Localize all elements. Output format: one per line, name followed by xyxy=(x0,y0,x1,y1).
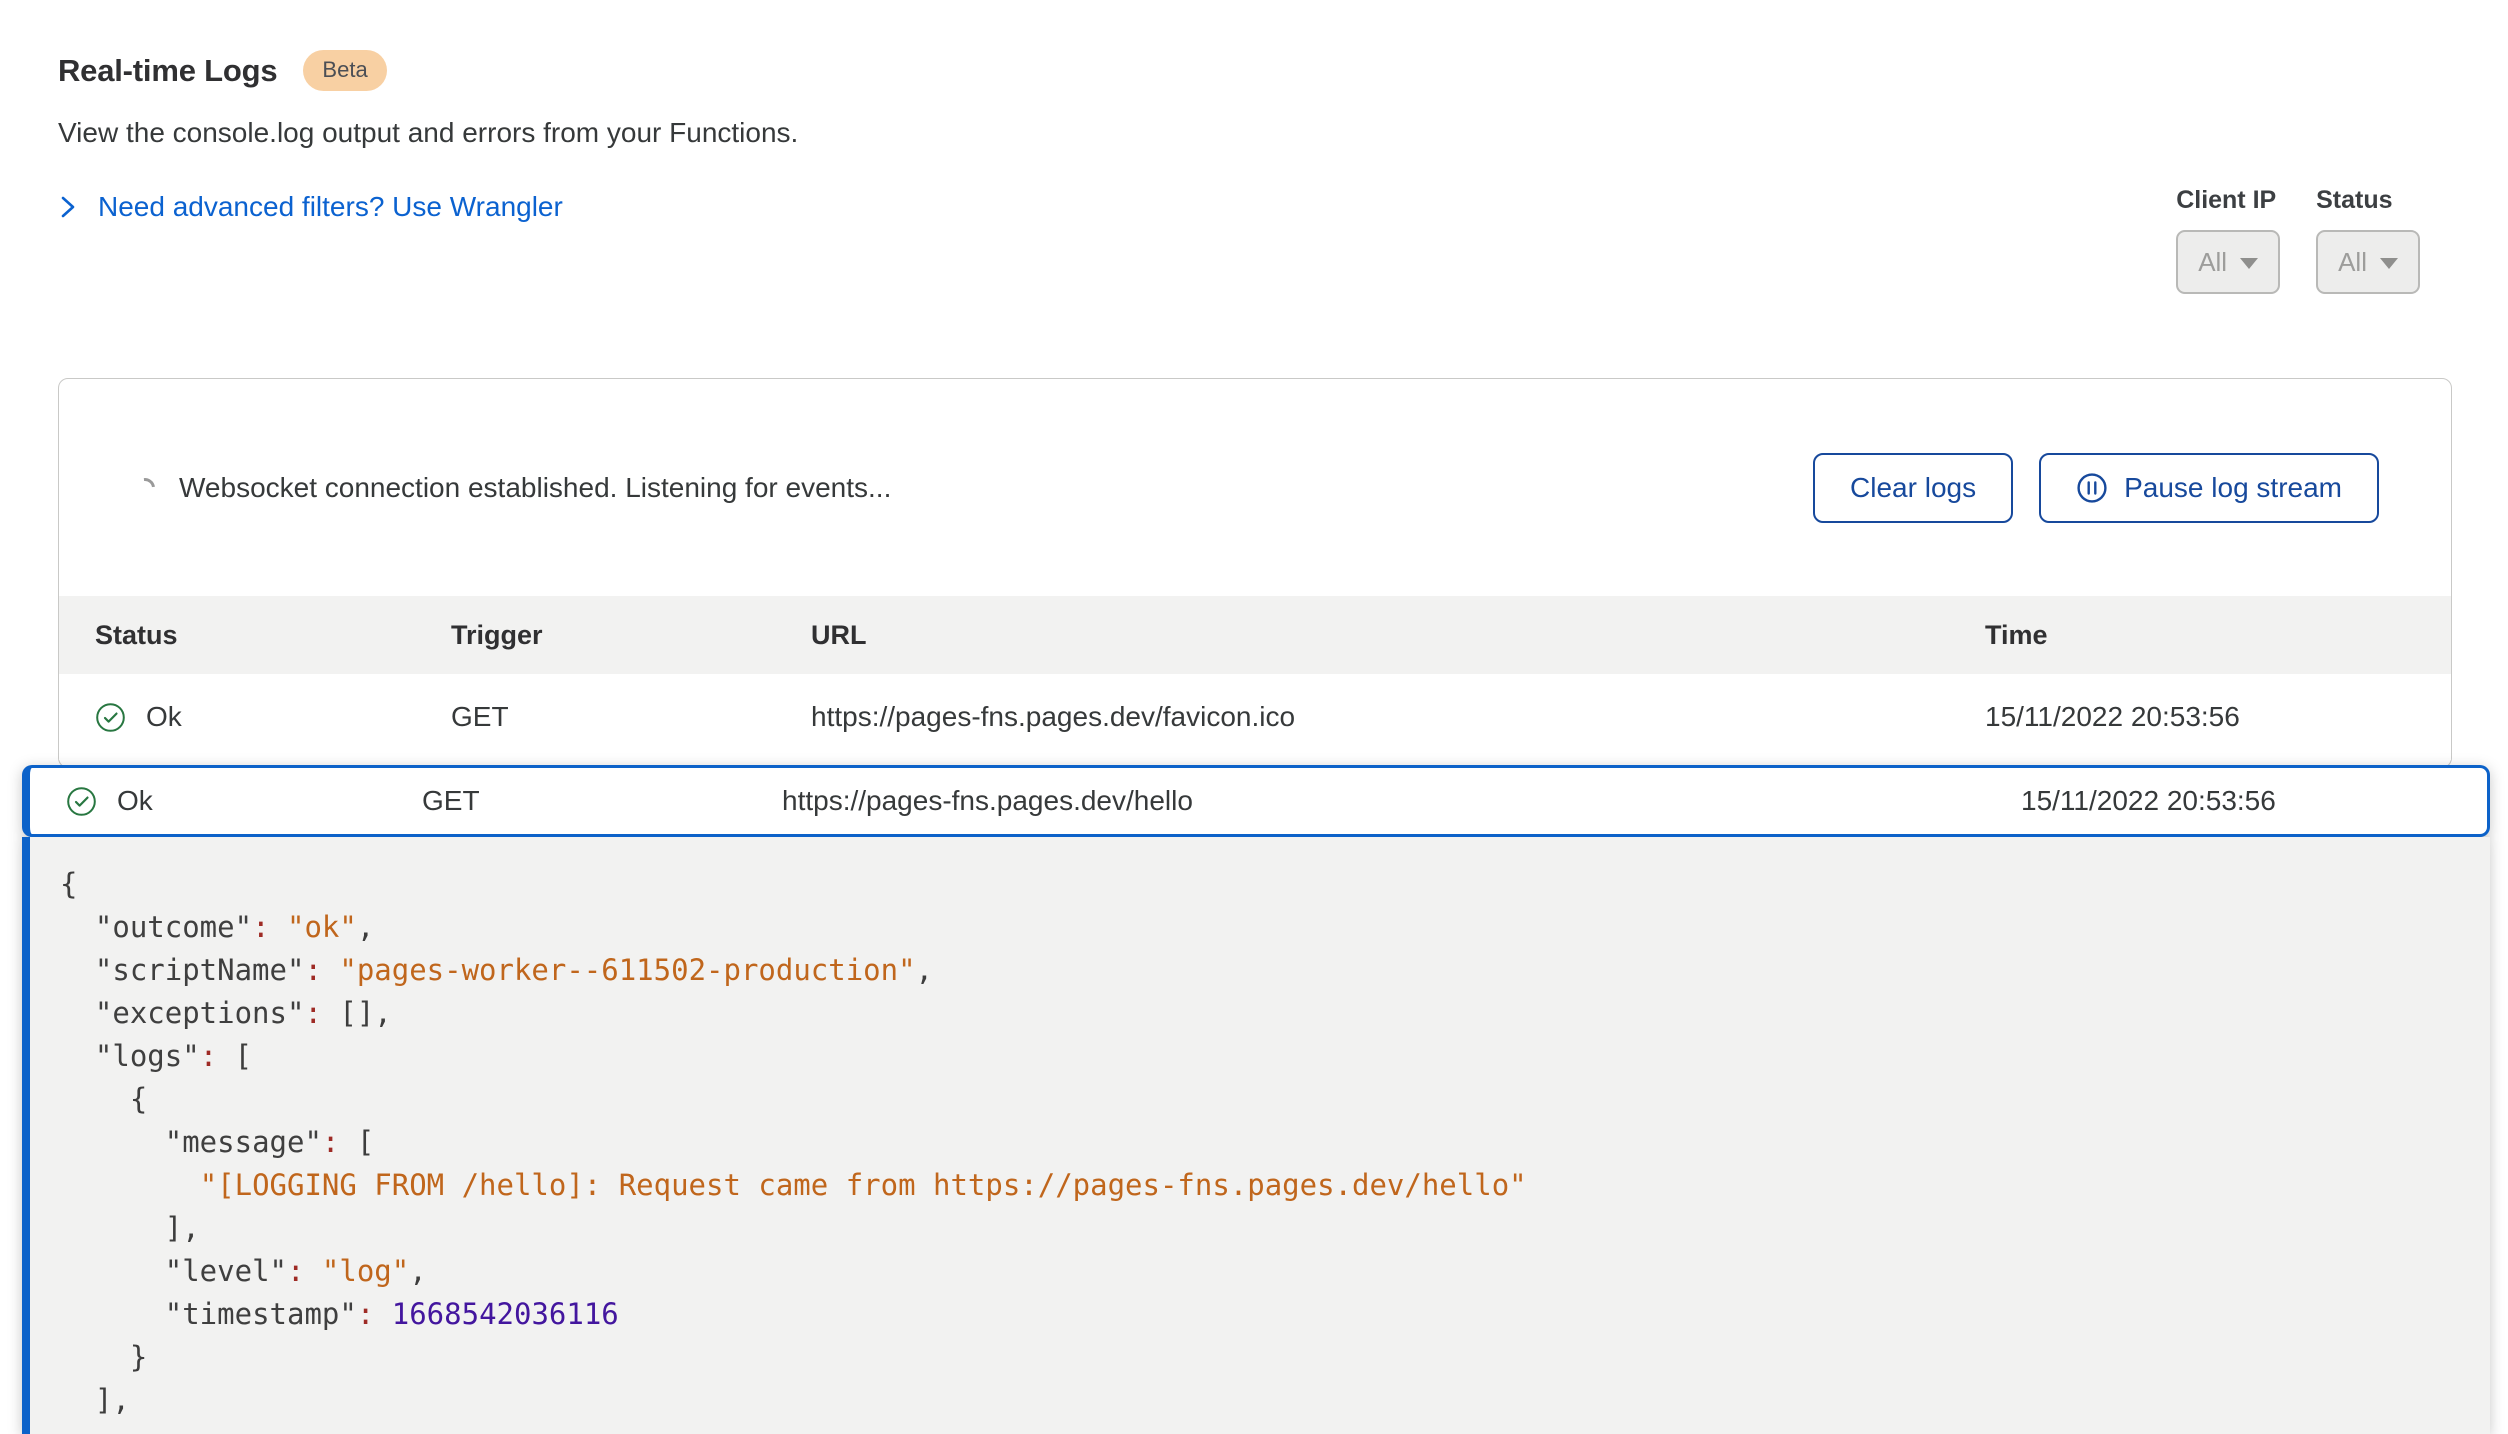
client-ip-label: Client IP xyxy=(2176,186,2280,215)
client-ip-filter: Client IP All xyxy=(2176,186,2280,294)
table-header-row: Status Trigger URL Time xyxy=(59,596,2451,674)
chevron-right-icon xyxy=(58,194,78,220)
status-cell: Ok xyxy=(66,785,422,817)
pause-log-stream-button[interactable]: Pause log stream xyxy=(2039,453,2379,523)
status-filter: Status All xyxy=(2316,186,2420,294)
beta-badge: Beta xyxy=(303,50,386,91)
check-circle-icon xyxy=(95,702,126,733)
trigger-cell: GET xyxy=(422,785,782,817)
pause-icon xyxy=(2076,472,2108,504)
status-cell: Ok xyxy=(95,701,451,733)
column-header-status: Status xyxy=(95,620,451,651)
wrangler-link-label: Need advanced filters? Use Wrangler xyxy=(98,191,563,223)
log-filters: Client IP All Status All xyxy=(2176,186,2420,294)
expanded-log-entry: Ok GET https://pages-fns.pages.dev/hello… xyxy=(22,765,2490,1434)
client-ip-dropdown-value: All xyxy=(2198,247,2227,278)
clear-logs-button[interactable]: Clear logs xyxy=(1813,453,2013,523)
time-cell: 15/11/2022 20:53:56 xyxy=(2021,785,2451,817)
column-header-trigger: Trigger xyxy=(451,620,811,651)
url-cell: https://pages-fns.pages.dev/hello xyxy=(782,785,2021,817)
trigger-cell: GET xyxy=(451,701,811,733)
websocket-status: Websocket connection established. Listen… xyxy=(135,472,891,504)
url-cell: https://pages-fns.pages.dev/favicon.ico xyxy=(811,701,1985,733)
log-panel: Websocket connection established. Listen… xyxy=(58,378,2452,768)
column-header-time: Time xyxy=(1985,620,2415,651)
column-header-url: URL xyxy=(811,620,1985,651)
websocket-status-text: Websocket connection established. Listen… xyxy=(179,472,891,504)
page-title: Real-time Logs xyxy=(58,53,277,89)
spinner-icon xyxy=(131,473,159,501)
status-value: Ok xyxy=(117,785,153,817)
table-row[interactable]: Ok GET https://pages-fns.pages.dev/favic… xyxy=(59,674,2451,760)
table-row-selected[interactable]: Ok GET https://pages-fns.pages.dev/hello… xyxy=(22,765,2490,837)
caret-down-icon xyxy=(2380,258,2398,269)
page-subtitle: View the console.log output and errors f… xyxy=(58,117,2450,149)
status-dropdown[interactable]: All xyxy=(2316,230,2420,294)
check-circle-icon xyxy=(66,786,97,817)
expanded-log-json: { "outcome": "ok", "scriptName": "pages-… xyxy=(22,837,2490,1434)
status-value: Ok xyxy=(146,701,182,733)
client-ip-dropdown[interactable]: All xyxy=(2176,230,2280,294)
status-dropdown-value: All xyxy=(2338,247,2367,278)
caret-down-icon xyxy=(2240,258,2258,269)
status-label: Status xyxy=(2316,186,2420,215)
time-cell: 15/11/2022 20:53:56 xyxy=(1985,701,2415,733)
wrangler-link[interactable]: Need advanced filters? Use Wrangler xyxy=(58,191,563,223)
page-header: Real-time Logs Beta View the console.log… xyxy=(0,0,2508,223)
